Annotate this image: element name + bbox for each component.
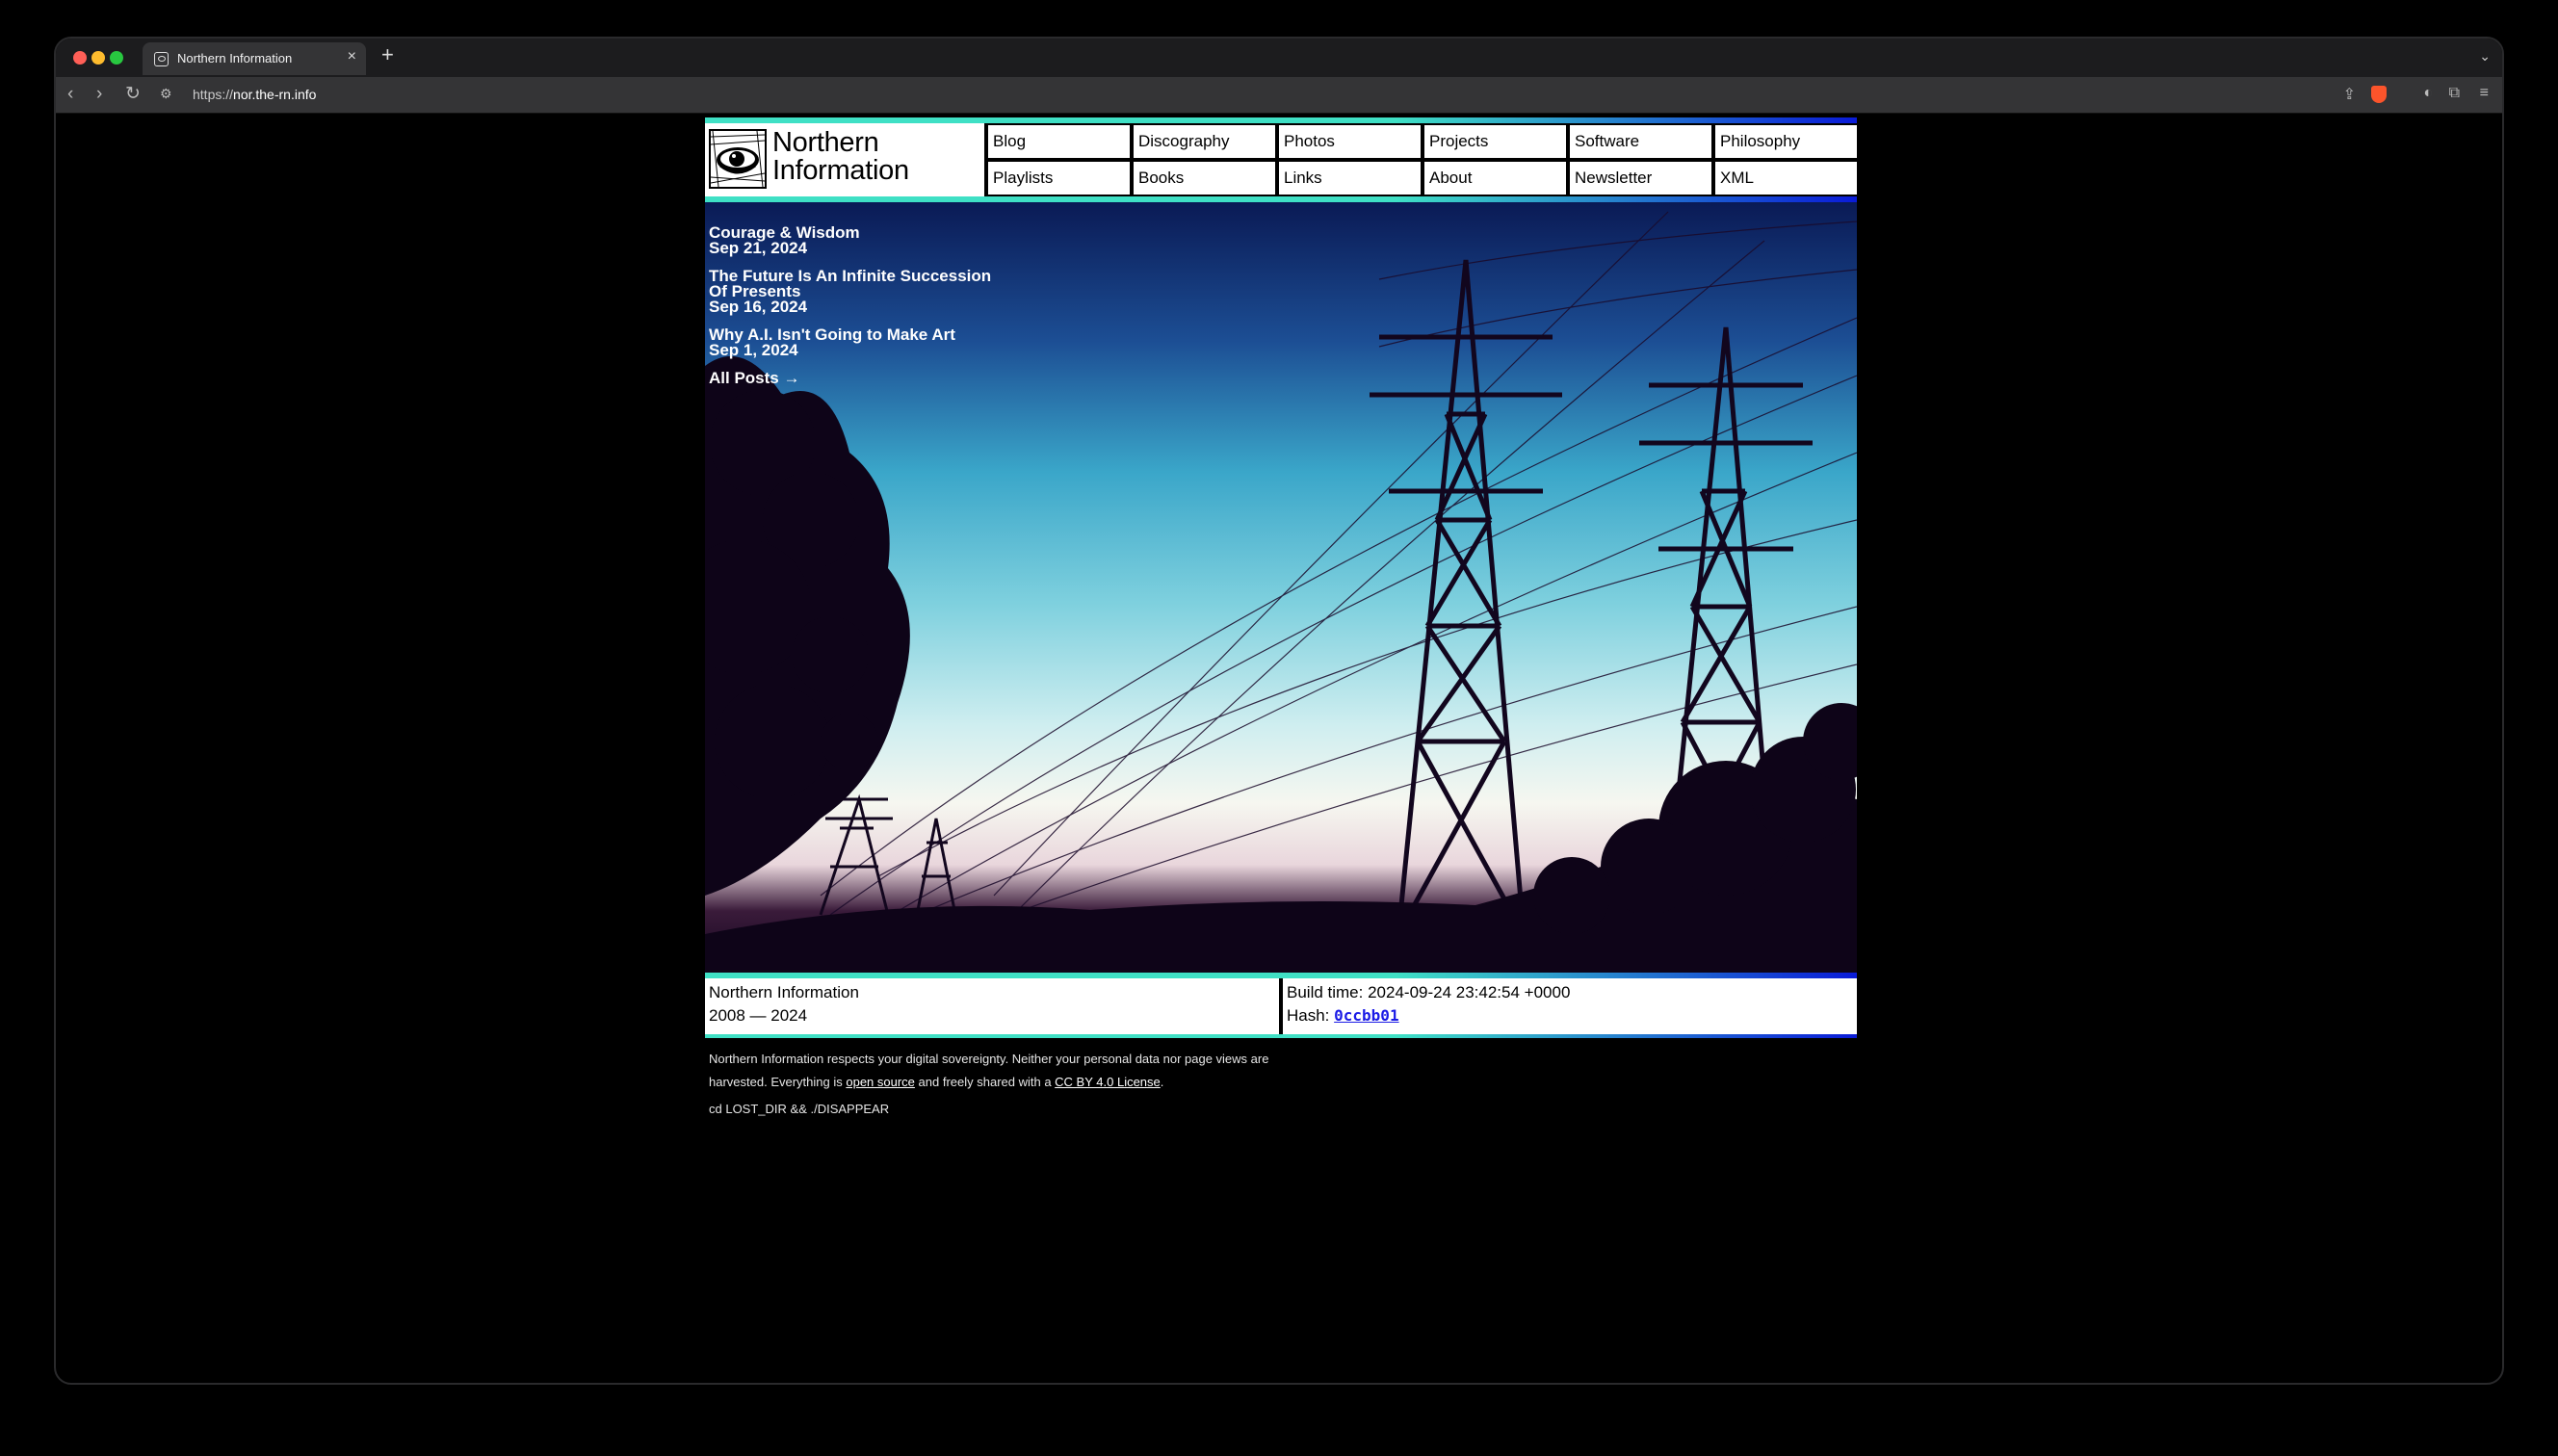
post-item[interactable]: Courage & Wisdom Sep 21, 2024: [709, 224, 998, 257]
back-icon[interactable]: ‹: [67, 84, 73, 105]
site-logo[interactable]: Northern Information: [705, 123, 988, 196]
build-time: Build time: 2024-09-24 23:42:54 +0000: [1287, 983, 1571, 1001]
footer-build: Build time: 2024-09-24 23:42:54 +0000 Ha…: [1283, 978, 1857, 1034]
post-title[interactable]: The Future Is An Infinite Succession Of …: [709, 268, 998, 299]
close-window-button[interactable]: [73, 51, 87, 65]
footer-identity: Northern Information 2008 — 2024: [705, 978, 1283, 1034]
address-bar[interactable]: https://nor.the-rn.info: [193, 87, 316, 102]
chevron-down-icon[interactable]: ⌄: [2479, 48, 2491, 65]
nav-xml[interactable]: XML: [1715, 162, 1857, 195]
shield-icon[interactable]: [2371, 86, 2387, 103]
post-item[interactable]: The Future Is An Infinite Succession Of …: [709, 268, 998, 316]
notice-text-3: .: [1160, 1075, 1164, 1089]
nav-links[interactable]: Links: [1279, 162, 1421, 195]
nav-newsletter[interactable]: Newsletter: [1570, 162, 1711, 195]
nav-about[interactable]: About: [1424, 162, 1566, 195]
site-title-line2: Information: [772, 155, 909, 186]
reload-icon[interactable]: ↻: [125, 84, 141, 105]
nav-discography[interactable]: Discography: [1134, 125, 1275, 158]
close-tab-icon[interactable]: ×: [348, 48, 356, 65]
post-date: Sep 21, 2024: [709, 239, 808, 257]
recent-posts: Courage & Wisdom Sep 21, 2024 The Future…: [709, 224, 998, 386]
tab-title: Northern Information: [177, 51, 293, 65]
menu-icon[interactable]: ≡: [2480, 85, 2489, 102]
hash-label: Hash:: [1287, 1006, 1335, 1025]
notice-text-2: and freely shared with a: [914, 1075, 1056, 1089]
eye-logo-icon: [709, 129, 767, 189]
nav-photos[interactable]: Photos: [1279, 125, 1421, 158]
browser-window: Northern Information × + ⌄ ‹ › ↻ ⚙ https…: [54, 37, 2504, 1385]
license-link[interactable]: CC BY 4.0 License: [1055, 1075, 1161, 1089]
url-host: nor.the-rn.info: [233, 87, 317, 102]
site-title-line1: Northern: [772, 127, 879, 158]
share-icon[interactable]: ⇪: [2343, 85, 2356, 104]
new-tab-button[interactable]: +: [381, 44, 394, 65]
post-date: Sep 16, 2024: [709, 298, 808, 316]
page-content: Northern Information Blog Discography Ph…: [705, 117, 1857, 1124]
hash-row: Hash: 0ccbb01: [1287, 1004, 1853, 1027]
tab-bar: Northern Information × + ⌄: [56, 39, 2502, 77]
nav-books[interactable]: Books: [1134, 162, 1275, 195]
site-settings-icon[interactable]: ⚙: [160, 86, 172, 102]
nav-software[interactable]: Software: [1570, 125, 1711, 158]
browser-toolbar: ‹ › ↻ ⚙ https://nor.the-rn.info ⇪ ◐ ⧉ ≡: [56, 77, 2502, 114]
forward-icon[interactable]: ›: [96, 84, 102, 105]
post-date: Sep 1, 2024: [709, 341, 798, 359]
nav-projects[interactable]: Projects: [1424, 125, 1566, 158]
site-footer: Northern Information 2008 — 2024 Build t…: [705, 978, 1857, 1034]
extension-icon[interactable]: ◐: [2423, 85, 2433, 102]
commit-hash-link[interactable]: 0ccbb01: [1334, 1006, 1398, 1025]
main-nav: Blog Discography Photos Projects Softwar…: [988, 123, 1857, 196]
post-item[interactable]: Why A.I. Isn't Going to Make Art Sep 1, …: [709, 326, 998, 359]
minimize-window-button[interactable]: [91, 51, 105, 65]
url-scheme: https://: [193, 87, 234, 102]
site-title: Northern Information: [772, 129, 909, 185]
footer-years: 2008 — 2024: [709, 1006, 808, 1025]
open-source-link[interactable]: open source: [846, 1075, 915, 1089]
puzzle-icon[interactable]: ⧉: [2449, 85, 2460, 102]
hero-photo: Courage & Wisdom Sep 21, 2024 The Future…: [705, 202, 1857, 973]
nav-playlists[interactable]: Playlists: [988, 162, 1130, 195]
browser-tab[interactable]: Northern Information ×: [143, 42, 366, 75]
all-posts-link[interactable]: All Posts →: [709, 370, 998, 386]
nav-philosophy[interactable]: Philosophy: [1715, 125, 1857, 158]
command-text: cd LOST_DIR && ./DISAPPEAR: [709, 1102, 890, 1116]
privacy-notice: Northern Information respects your digit…: [705, 1038, 1302, 1094]
site-header: Northern Information Blog Discography Ph…: [705, 123, 1857, 196]
favicon-icon: [154, 52, 169, 66]
maximize-window-button[interactable]: [110, 51, 123, 65]
nav-blog[interactable]: Blog: [988, 125, 1130, 158]
footer-site-name: Northern Information: [709, 983, 859, 1001]
